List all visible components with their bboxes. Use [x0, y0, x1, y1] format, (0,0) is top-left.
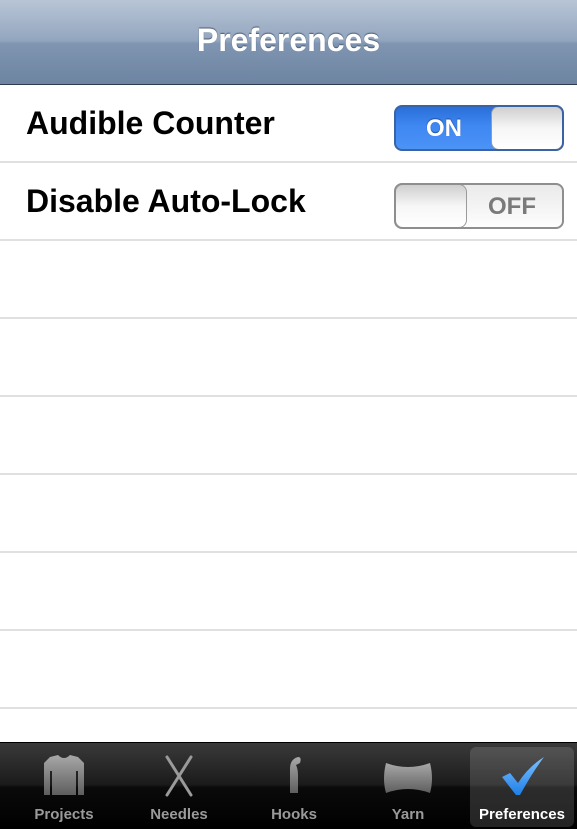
sweater-icon — [44, 755, 84, 795]
tab-label: Hooks — [271, 806, 317, 823]
yarn-icon — [384, 763, 432, 793]
navigation-bar: Preferences — [0, 0, 577, 85]
tab-needles[interactable]: Needles — [127, 747, 231, 827]
switch-knob[interactable] — [491, 107, 562, 149]
tab-yarn[interactable]: Yarn — [356, 747, 460, 827]
setting-label: Audible Counter — [26, 105, 275, 141]
tab-label: Preferences — [479, 806, 565, 823]
empty-row — [0, 553, 577, 631]
tab-label: Needles — [150, 806, 208, 823]
hook-icon — [290, 757, 301, 793]
tab-bar: Projects Needles Hooks Yarn Preferences — [0, 742, 577, 829]
setting-row-disable-auto-lock: Disable Auto-Lock OFF — [0, 163, 577, 241]
switch-knob[interactable] — [396, 185, 467, 227]
tab-projects[interactable]: Projects — [12, 747, 116, 827]
tab-hooks[interactable]: Hooks — [242, 747, 346, 827]
empty-row — [0, 397, 577, 475]
setting-label: Disable Auto-Lock — [26, 183, 306, 219]
screen: Preferences Audible Counter ON Disable A… — [0, 0, 577, 829]
empty-row — [0, 319, 577, 397]
empty-row — [0, 241, 577, 319]
settings-table: Audible Counter ON Disable Auto-Lock OFF — [0, 85, 577, 709]
needles-icon — [165, 755, 193, 797]
empty-row — [0, 475, 577, 553]
disable-auto-lock-switch[interactable]: OFF — [394, 183, 564, 229]
tab-label: Projects — [34, 806, 94, 823]
empty-row — [0, 631, 577, 709]
switch-state-text: OFF — [488, 193, 536, 220]
setting-row-audible-counter: Audible Counter ON — [0, 85, 577, 163]
tab-label: Yarn — [391, 806, 425, 823]
checkmark-icon — [502, 757, 544, 795]
page-title: Preferences — [196, 22, 381, 58]
audible-counter-switch[interactable]: ON — [394, 105, 564, 151]
switch-state-text: ON — [426, 115, 462, 142]
tab-preferences[interactable]: Preferences — [470, 747, 574, 827]
